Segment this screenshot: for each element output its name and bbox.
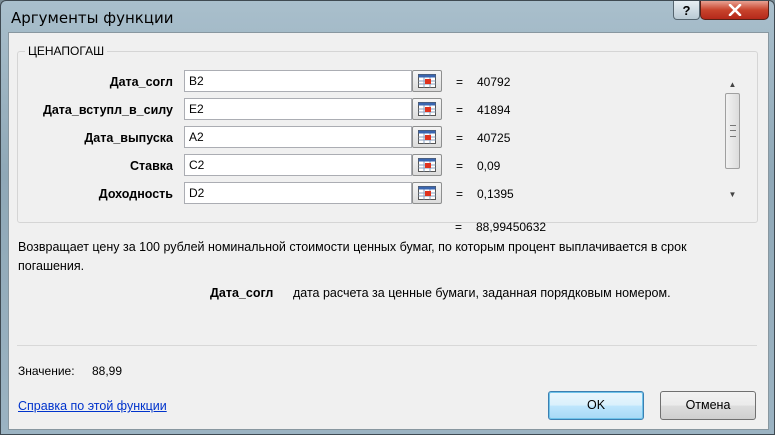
argument-result: 0,1395 (477, 187, 514, 201)
range-select-icon (418, 158, 436, 172)
argument-label: Дата_выпуска (84, 131, 173, 145)
scroll-up-arrow-icon[interactable]: ▲ (724, 76, 741, 93)
grip-icon (730, 125, 736, 137)
argument-input-stavka[interactable] (184, 154, 412, 176)
argument-input-data-vstupl[interactable] (184, 98, 412, 120)
equals-sign: = (455, 220, 463, 234)
argument-row: Ставка = 0,09 (9, 154, 749, 178)
equals-sign: = (456, 187, 464, 201)
help-button[interactable]: ? (673, 1, 700, 20)
collapse-range-button[interactable] (412, 126, 442, 148)
range-select-icon (418, 74, 436, 88)
range-select-icon (418, 102, 436, 116)
selected-argument-name: Дата_согл (210, 286, 274, 300)
function-help-link[interactable]: Справка по этой функции (18, 399, 167, 413)
equals-sign: = (456, 131, 464, 145)
argument-row: Дата_согл = 40792 (9, 70, 749, 94)
argument-result: 40725 (477, 131, 511, 145)
scroll-thumb[interactable] (725, 93, 740, 169)
argument-result: 0,09 (477, 159, 501, 173)
function-arguments-dialog: Аргументы функции ? ЦЕНАПОГАШ Дата_согл … (0, 0, 775, 435)
ok-button[interactable]: OK (548, 391, 644, 420)
arguments-scrollbar[interactable]: ▲ ▼ (724, 76, 741, 203)
argument-label: Дата_согл (109, 75, 173, 89)
scroll-down-arrow-icon[interactable]: ▼ (724, 186, 741, 203)
collapse-range-button[interactable] (412, 182, 442, 204)
argument-label: Ставка (130, 159, 173, 173)
close-icon (728, 4, 742, 16)
dialog-body: ЦЕНАПОГАШ Дата_согл = 40792 Дата_вступл_… (8, 32, 769, 430)
range-select-icon (418, 186, 436, 200)
argument-label: Дата_вступл_в_силу (42, 103, 173, 117)
equals-sign: = (456, 75, 464, 89)
selected-argument-description: дата расчета за ценные бумаги, заданная … (293, 286, 671, 300)
close-button[interactable] (700, 1, 769, 20)
formula-result: 88,99450632 (476, 220, 547, 234)
value-result: 88,99 (92, 364, 123, 378)
collapse-range-button[interactable] (412, 70, 442, 92)
value-label: Значение: (18, 364, 75, 378)
dialog-title: Аргументы функции (11, 9, 174, 27)
collapse-range-button[interactable] (412, 154, 442, 176)
divider (17, 345, 757, 346)
function-description: Возвращает цену за 100 рублей номинально… (18, 240, 687, 273)
argument-label: Доходность (98, 187, 173, 201)
argument-row: Дата_вступл_в_силу = 41894 (9, 98, 749, 122)
argument-input-dokhodnost[interactable] (184, 182, 412, 204)
argument-input-data-vypuska[interactable] (184, 126, 412, 148)
range-select-icon (418, 130, 436, 144)
function-name: ЦЕНАПОГАШ (25, 44, 108, 58)
equals-sign: = (456, 159, 464, 173)
argument-row: Доходность = 0,1395 (9, 182, 749, 206)
equals-sign: = (456, 103, 464, 117)
argument-input-data-sogl[interactable] (184, 70, 412, 92)
argument-row: Дата_выпуска = 40725 (9, 126, 749, 150)
argument-result: 40792 (477, 75, 511, 89)
title-bar[interactable]: Аргументы функции ? (1, 1, 774, 33)
cancel-button[interactable]: Отмена (660, 391, 756, 420)
argument-result: 41894 (477, 103, 511, 117)
collapse-range-button[interactable] (412, 98, 442, 120)
